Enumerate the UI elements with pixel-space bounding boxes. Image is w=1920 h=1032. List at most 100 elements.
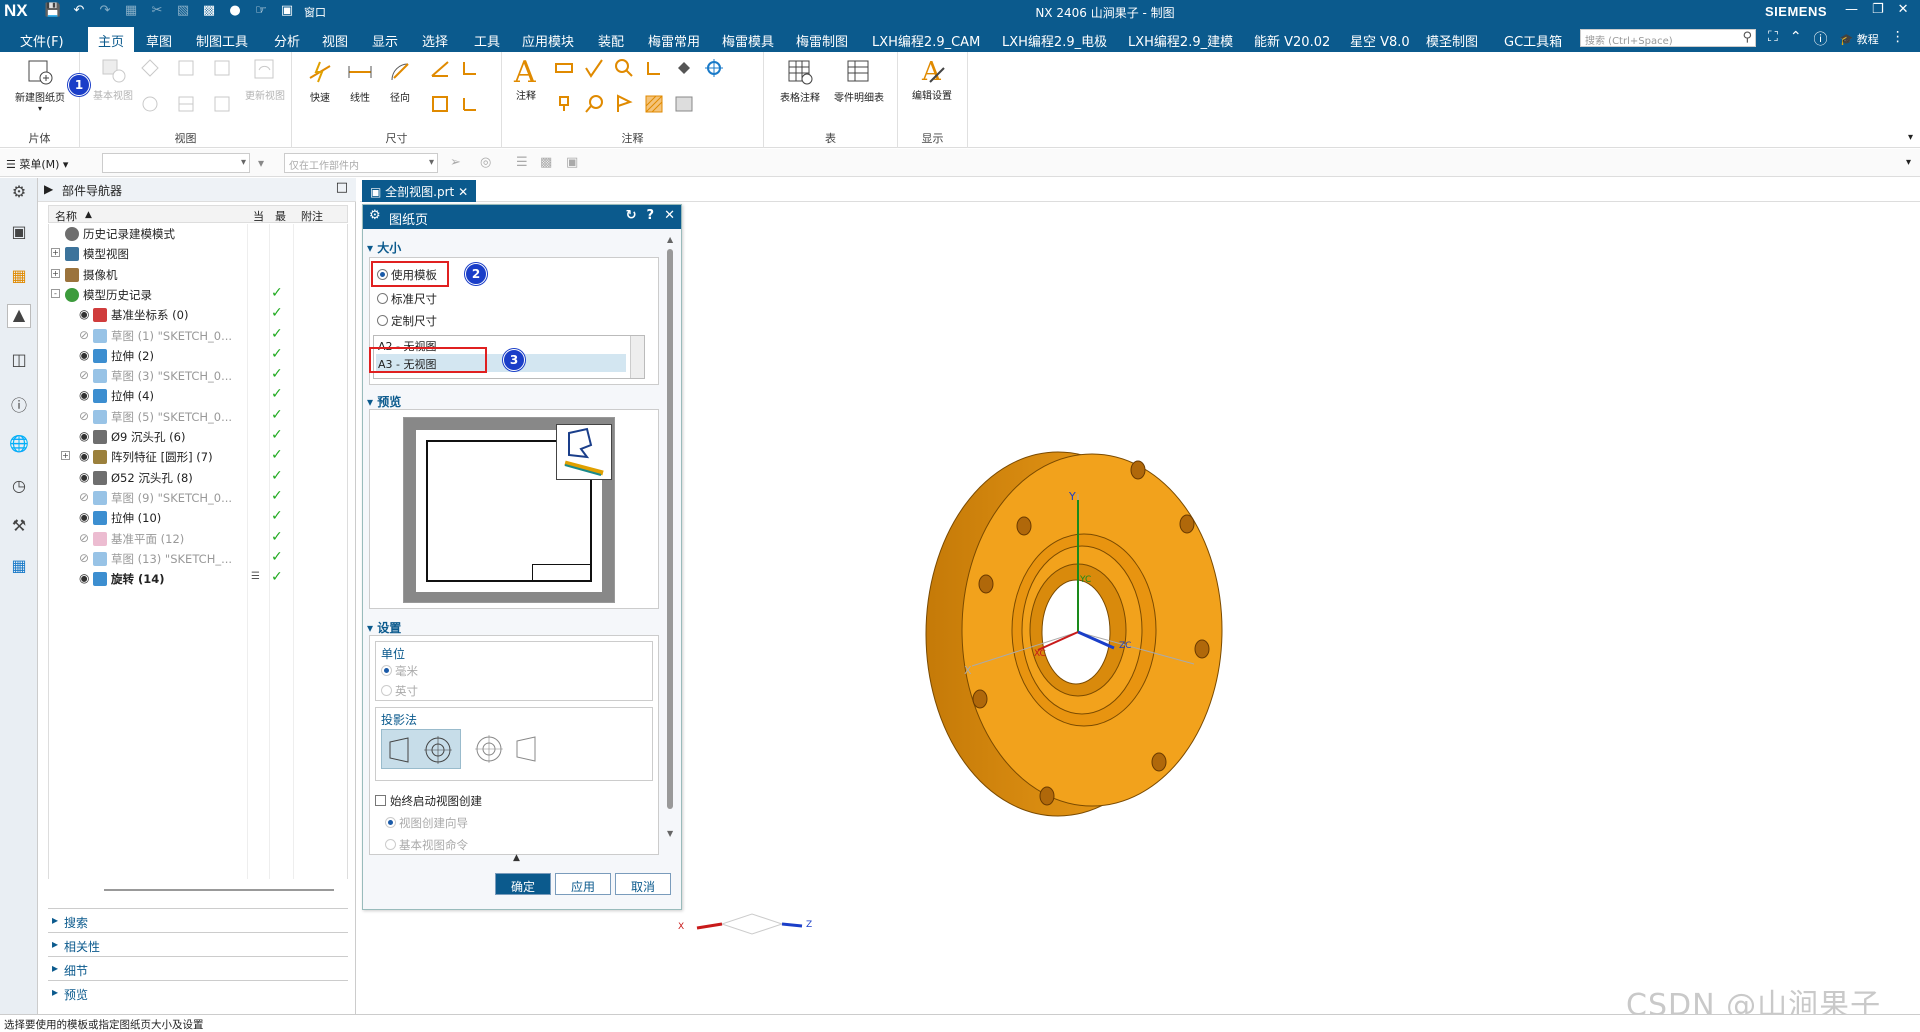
visible-eye-icon[interactable]: ◉	[79, 307, 89, 321]
visible-eye-icon[interactable]: ◉	[79, 388, 89, 402]
select-all-icon[interactable]: ☰	[516, 155, 528, 170]
tree-row[interactable]: + 摄像机	[49, 265, 349, 285]
tools-icon[interactable]: ⚒	[7, 516, 31, 540]
tab-tools[interactable]: 工具	[474, 31, 500, 50]
tab-drafting-tools[interactable]: 制图工具	[196, 31, 248, 50]
web-browser-icon[interactable]: 🌐	[7, 434, 31, 458]
tree-row[interactable]: ◉ 拉伸 (10) ✓	[49, 508, 349, 528]
tree-row[interactable]: + ◉ 阵列特征 [圆形] (7) ✓	[49, 447, 349, 467]
balloon-icon[interactable]	[584, 94, 604, 117]
projected-view-icon[interactable]	[140, 58, 160, 81]
fill-icon[interactable]	[674, 58, 694, 81]
type-filter-select[interactable]: ▾	[102, 153, 250, 173]
selection-scope-select[interactable]: 仅在工作部件内 ▾	[284, 153, 438, 173]
expand-toggle-icon[interactable]: +	[61, 451, 70, 461]
expand-toggle-icon[interactable]: +	[51, 268, 60, 278]
tab-assembly[interactable]: 装配	[598, 31, 624, 50]
tree-row[interactable]: ⊘ 草图 (5) "SKETCH_0... ✓	[49, 407, 349, 427]
info-icon[interactable]: ⓘ	[7, 392, 31, 416]
detail-view-icon[interactable]	[140, 94, 160, 117]
visible-eye-icon[interactable]: ◉	[79, 510, 89, 524]
tab-view[interactable]: 视图	[322, 31, 348, 50]
role-icon[interactable]: ▦	[7, 556, 31, 580]
column-name[interactable]: 名称	[55, 208, 77, 224]
cancel-button[interactable]: 取消	[615, 873, 671, 895]
thickness-dimension-icon[interactable]	[430, 94, 450, 117]
image-icon[interactable]	[674, 94, 694, 117]
assembly-navigator-icon[interactable]: ▣	[7, 222, 31, 246]
ordinate-dimension-icon[interactable]	[460, 94, 480, 117]
visible-eye-icon[interactable]: ◉	[79, 449, 89, 463]
tab-meilei-common[interactable]: 梅雷常用	[648, 31, 700, 50]
update-view-button[interactable]: 更新视图	[242, 56, 288, 102]
hidden-eye-icon[interactable]: ⊘	[79, 328, 89, 342]
command-search-input[interactable]: 搜索 (Ctrl+Space) ⚲	[1580, 29, 1756, 47]
visible-eye-icon[interactable]: ◉	[79, 470, 89, 484]
panel-search[interactable]: 搜索	[48, 908, 348, 932]
collapse-arrow-icon[interactable]: ▲	[513, 853, 520, 863]
tabular-note-button[interactable]: 表格注释	[780, 58, 820, 104]
hidden-eye-icon[interactable]: ⊘	[79, 551, 89, 565]
tab-mosheng-drafting[interactable]: 模圣制图	[1426, 31, 1478, 50]
toolbar-more-icon[interactable]: ▾	[1906, 157, 1911, 168]
tree-row[interactable]: ◉ 拉伸 (2) ✓	[49, 346, 349, 366]
weld-symbol-icon[interactable]	[644, 58, 664, 81]
flag-icon[interactable]	[614, 94, 634, 117]
close-icon[interactable]: ✕	[1898, 2, 1909, 17]
horizontal-scrollbar[interactable]	[104, 889, 334, 891]
scroll-down-icon[interactable]: ▼	[667, 829, 673, 838]
visible-eye-icon[interactable]: ◉	[79, 571, 89, 585]
section-settings-header[interactable]: 设置	[367, 619, 663, 636]
tree-row[interactable]: ◉ Ø9 沉头孔 (6) ✓	[49, 427, 349, 447]
collapse-ribbon-icon[interactable]: ⌃	[1790, 29, 1802, 49]
apply-button[interactable]: 应用	[555, 873, 611, 895]
edit-settings-button[interactable]: A 编辑设置	[904, 56, 960, 102]
help-icon[interactable]: ?	[647, 208, 655, 223]
datum-feature-icon[interactable]	[554, 94, 574, 117]
tab-meilei-drafting[interactable]: 梅雷制图	[796, 31, 848, 50]
tree-row[interactable]: - 模型历史记录 ✓	[49, 285, 349, 305]
tab-sketch[interactable]: 草图	[146, 31, 172, 50]
surface-finish-icon[interactable]	[584, 58, 604, 81]
linear-dimension-button[interactable]: 线性	[346, 58, 374, 104]
constraint-navigator-icon[interactable]: ▦	[7, 266, 31, 290]
minimize-icon[interactable]: —	[1845, 2, 1858, 17]
close-tab-icon[interactable]: ✕	[458, 185, 468, 199]
template-list-scrollbar[interactable]	[630, 336, 644, 378]
help-icon[interactable]: ⓘ	[1814, 29, 1828, 49]
panel-dependencies[interactable]: 相关性	[48, 932, 348, 956]
tab-gc-toolbox[interactable]: GC工具箱	[1504, 31, 1562, 50]
panel-details[interactable]: 细节	[48, 956, 348, 980]
history-clock-icon[interactable]: ◷	[7, 476, 31, 500]
snap-point-icon[interactable]: ◎	[480, 155, 491, 170]
column-current[interactable]: 当	[253, 208, 264, 224]
first-angle-projection-button[interactable]	[381, 729, 461, 769]
radio-view-wizard[interactable]: 视图创建向导	[385, 815, 468, 831]
tutorial-button[interactable]: 🎓 教程	[1840, 29, 1879, 49]
note-button[interactable]: A 注释	[512, 56, 540, 102]
ok-button[interactable]: 确定	[495, 873, 551, 895]
hidden-eye-icon[interactable]: ⊘	[79, 368, 89, 382]
section-preview-header[interactable]: 预览	[367, 393, 663, 410]
scroll-thumb[interactable]	[667, 249, 673, 809]
tree-row[interactable]: 历史记录建模模式	[49, 224, 349, 244]
deselect-icon[interactable]: ▩	[540, 155, 552, 170]
sort-up-icon[interactable]: ▲	[85, 210, 92, 220]
tab-meilei-mold[interactable]: 梅雷模具	[722, 31, 774, 50]
datum-target-icon[interactable]	[614, 58, 634, 81]
tab-analysis[interactable]: 分析	[274, 31, 300, 50]
radio-inch[interactable]: 英寸	[381, 683, 418, 699]
chamfer-dimension-icon[interactable]	[460, 58, 480, 81]
search-icon[interactable]: ⚲	[1742, 30, 1752, 45]
panel-preview[interactable]: 预览	[48, 980, 348, 1004]
section-view-icon[interactable]	[176, 58, 196, 81]
document-tab[interactable]: ▣ 全剖视图.prt ✕	[362, 180, 477, 202]
column-notes[interactable]: 附注	[301, 208, 323, 224]
menu-button[interactable]: ☰ 菜单(M) ▾	[6, 156, 68, 172]
tab-nengxin[interactable]: 能新 V20.02	[1254, 31, 1330, 50]
visible-eye-icon[interactable]: ◉	[79, 429, 89, 443]
base-view-button[interactable]: 基本视图	[90, 56, 136, 102]
tree-row[interactable]: ⊘ 草图 (3) "SKETCH_0... ✓	[49, 366, 349, 386]
ribbon-options-icon[interactable]: ⋮	[1891, 29, 1905, 49]
tree-row[interactable]: ⊘ 基准平面 (12) ✓	[49, 529, 349, 549]
